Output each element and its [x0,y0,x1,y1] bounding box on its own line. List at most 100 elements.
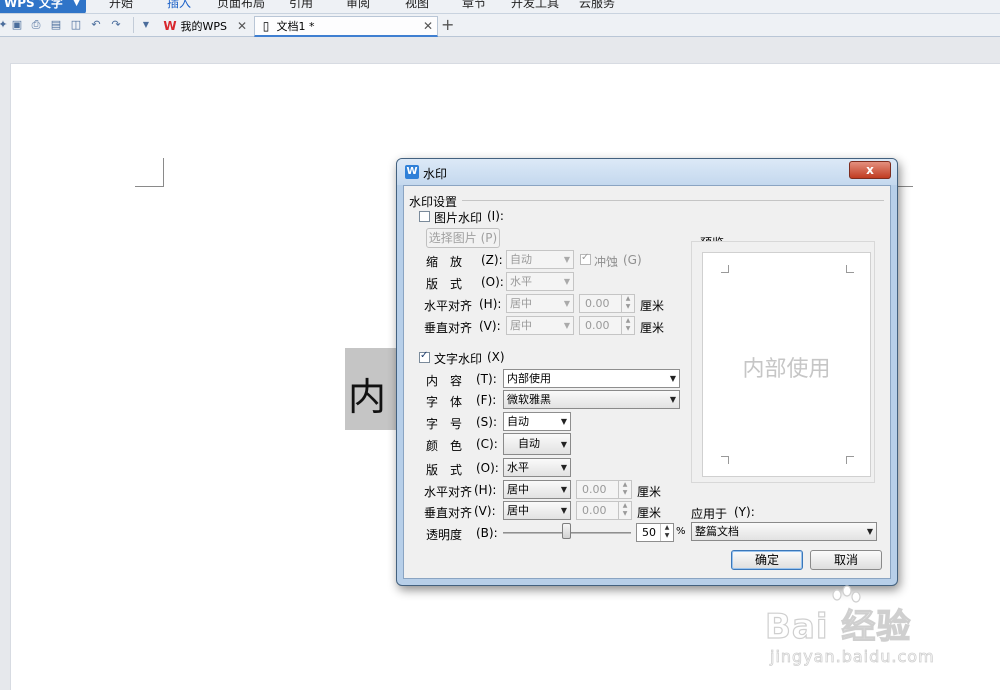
menu-item-page-layout[interactable]: 页面布局 [217,0,265,13]
text-valign-offset[interactable]: 0.00 ▲ ▼ [576,501,632,520]
picture-watermark-key: (I): [487,209,504,223]
dialog-close-button[interactable]: x [849,161,891,179]
text-halign-select[interactable]: 居中 ▼ [503,480,571,499]
close-icon: x [866,163,874,177]
baidu-brand-text: Bai 经验 [764,606,912,647]
chevron-down-icon: ▼ [563,299,570,308]
chevron-down-icon: ▼ [866,527,873,536]
color-label: 颜 色 [426,439,463,453]
picture-valign-offset[interactable]: 0.00 ▲ ▼ [579,316,635,335]
print-icon[interactable]: ▤ [49,18,63,32]
preview-page: 内部使用 [702,252,871,477]
font-select[interactable]: 微软雅黑 ▼ [503,390,680,409]
text-layout-label: 版 式 [426,463,463,477]
scale-key: (Z): [481,253,503,267]
chevron-down-icon: ▼ [563,255,570,264]
menu-item-chapter[interactable]: 章节 [462,0,486,13]
picture-layout-key: (O): [481,275,504,289]
tab-document1[interactable]: ▯ 文档1 * ✕ [254,16,438,37]
dialog-title: 水印 [423,167,448,181]
size-select[interactable]: 自动 ▼ [503,412,571,431]
content-select[interactable]: 内部使用 ▼ [503,369,680,388]
tab-my-wps[interactable]: W 我的WPS ✕ [158,16,252,37]
size-key: (S): [476,415,498,429]
text-halign-offset[interactable]: 0.00 ▲ ▼ [576,480,632,499]
preview-watermark-text: 内部使用 [742,357,831,382]
spinner-arrows-icon[interactable]: ▲ ▼ [621,295,634,312]
picture-halign-select[interactable]: 居中 ▼ [506,294,574,313]
menu-item-cloud[interactable]: 云服务 [579,0,615,13]
scale-select[interactable]: 自动 ▼ [506,250,574,269]
transparency-slider-thumb[interactable] [562,523,571,539]
document-icon: ▯ [262,19,270,33]
font-label: 字 体 [426,395,463,409]
spinner-arrows-icon[interactable]: ▲ ▼ [660,524,673,541]
group-divider [462,200,884,201]
text-valign-unit: 厘米 [637,506,662,520]
apply-to-select[interactable]: 整篇文档 ▼ [691,522,877,541]
cancel-button[interactable]: 取消 [810,550,882,570]
menu-item-start[interactable]: 开始 [109,0,133,13]
tab-label: 文档1 * [276,20,315,33]
spinner-arrows-icon[interactable]: ▲ ▼ [618,502,631,519]
picture-halign-offset[interactable]: 0.00 ▲ ▼ [579,294,635,313]
picture-layout-label: 版 式 [426,277,463,291]
margin-marker [846,265,854,273]
chevron-down-icon: ▼ [669,395,676,404]
picture-valign-label: 垂直对齐 [424,321,473,335]
chevron-down-icon: ▼ [560,485,567,494]
apply-to-key: (Y): [734,505,755,519]
menu-item-view[interactable]: 视图 [405,0,429,13]
save-icon[interactable]: ▣ [10,18,24,32]
menu-item-developer[interactable]: 开发工具 [511,0,559,13]
dialog-title-bar[interactable]: W 水印 x [397,159,897,185]
spinner-arrows-icon[interactable]: ▲ ▼ [621,317,634,334]
redo-icon[interactable]: ↷ [109,18,123,32]
spinner-arrows-icon[interactable]: ▲ ▼ [618,481,631,498]
picture-valign-select[interactable]: 居中 ▼ [506,316,574,335]
picture-layout-select[interactable]: 水平 ▼ [506,272,574,291]
print-preview-icon[interactable]: ◫ [69,18,83,32]
content-key: (T): [476,372,497,386]
chevron-down-icon: ▼ [669,374,676,383]
content-label: 内 容 [426,374,463,388]
add-tab-icon[interactable]: + [441,16,454,34]
menu-item-insert[interactable]: 插入 [167,0,191,13]
menu-item-references[interactable]: 引用 [289,0,313,13]
chevron-down-icon[interactable]: ▼ [139,18,153,32]
picture-halign-unit: 厘米 [640,299,665,313]
close-icon[interactable]: ✕ [423,17,433,36]
chevron-down-icon: ▼ [73,0,80,8]
picture-halign-label: 水平对齐 [424,299,473,313]
margin-marker [846,456,854,464]
picture-halign-key: (H): [479,297,502,311]
menu-item-review[interactable]: 审阅 [346,0,370,13]
transparency-input[interactable]: 50 ▲ ▼ [636,523,674,542]
text-halign-key: (H): [474,483,497,497]
text-layout-select[interactable]: 水平 ▼ [503,458,571,477]
text-watermark-checkbox[interactable] [419,350,430,363]
washout-checkbox[interactable] [580,252,591,265]
close-icon[interactable]: ✕ [237,17,247,36]
selected-text[interactable]: 内 [345,348,401,430]
wps-logo-icon: W [163,19,177,33]
washout-key: (G) [623,253,642,267]
text-valign-select[interactable]: 居中 ▼ [503,501,571,520]
undo-icon[interactable]: ↶ [89,18,103,32]
app-menu-button[interactable]: WPS 文字 ▼ [0,0,86,13]
preview-panel: 内部使用 [691,241,875,483]
size-label: 字 号 [426,417,463,431]
margin-marker [721,456,729,464]
transparency-unit: % [676,526,686,537]
new-icon[interactable]: ✦ [0,18,10,32]
export-pdf-icon[interactable]: ⎙ [29,18,43,32]
color-select[interactable]: 自动 ▼ [503,433,571,455]
chevron-down-icon: ▼ [560,506,567,515]
margin-marker [163,158,164,186]
picture-watermark-checkbox[interactable] [419,211,430,222]
margin-marker [721,265,729,273]
transparency-label: 透明度 [426,528,463,542]
ok-button[interactable]: 确定 [731,550,803,570]
select-picture-button[interactable]: 选择图片 (P) [426,228,500,248]
settings-group-title: 水印设置 [409,195,458,209]
